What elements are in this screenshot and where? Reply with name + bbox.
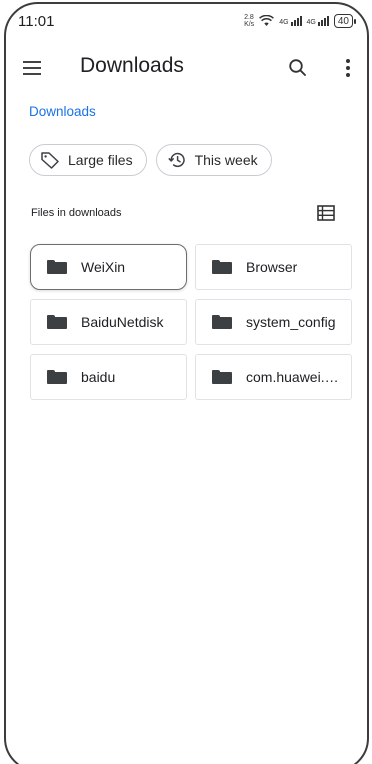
folder-baidu[interactable]: baidu	[30, 354, 187, 400]
phone-frame: 11:01 2.8 K/s 4G 4G 40 Downloads Downloa…	[4, 2, 369, 764]
more-vertical-icon[interactable]	[341, 54, 355, 82]
network-speed-unit: K/s	[244, 21, 255, 28]
folder-icon	[212, 370, 232, 384]
filter-chips: Large files This week	[29, 144, 272, 176]
app-bar: Downloads	[6, 48, 367, 88]
status-time: 11:01	[18, 12, 55, 30]
folder-weixin[interactable]: WeiXin	[30, 244, 187, 290]
folder-icon	[47, 370, 67, 384]
signal-2-label: 4G	[306, 19, 316, 26]
folder-icon	[47, 260, 67, 274]
page-title: Downloads	[80, 54, 184, 77]
signal-strength-2-icon: 4G	[307, 16, 329, 26]
folder-com-huawei[interactable]: com.huawei.…	[195, 354, 352, 400]
status-bar: 11:01 2.8 K/s 4G 4G 40	[6, 4, 367, 38]
status-icons: 2.8 K/s 4G 4G 40	[244, 14, 357, 28]
folder-name: BaiduNetdisk	[81, 314, 164, 330]
network-speed: 2.8 K/s	[244, 14, 254, 28]
battery-icon: 40	[333, 14, 357, 28]
folder-system-config[interactable]: system_config	[195, 299, 352, 345]
folder-name: system_config	[246, 314, 336, 330]
search-icon[interactable]	[285, 55, 311, 81]
folder-icon	[212, 260, 232, 274]
folder-icon	[47, 315, 67, 329]
wifi-icon	[259, 15, 275, 26]
folder-name: com.huawei.…	[246, 369, 339, 385]
folder-browser[interactable]: Browser	[195, 244, 352, 290]
tag-icon	[41, 152, 59, 169]
folder-baidunetdisk[interactable]: BaiduNetdisk	[30, 299, 187, 345]
folder-icon	[212, 315, 232, 329]
folder-grid: WeiXin Browser BaiduNetdisk system_confi…	[30, 244, 352, 400]
network-speed-value: 2.8	[244, 14, 254, 21]
folder-name: Browser	[246, 259, 298, 275]
section-label: Files in downloads	[31, 207, 122, 219]
history-icon	[167, 152, 185, 168]
signal-strength-1-icon: 4G	[279, 16, 302, 26]
battery-level: 40	[337, 15, 349, 27]
hamburger-menu-icon[interactable]	[21, 58, 43, 78]
chip-this-week[interactable]: This week	[155, 144, 272, 176]
chip-large-files[interactable]: Large files	[29, 144, 147, 176]
folder-name: baidu	[81, 369, 116, 385]
list-view-icon[interactable]	[316, 204, 336, 222]
signal-1-label: 4G	[279, 19, 289, 26]
chip-label: Large files	[68, 152, 133, 168]
chip-label: This week	[194, 152, 258, 168]
folder-name: WeiXin	[81, 259, 126, 275]
breadcrumb[interactable]: Downloads	[29, 104, 96, 119]
